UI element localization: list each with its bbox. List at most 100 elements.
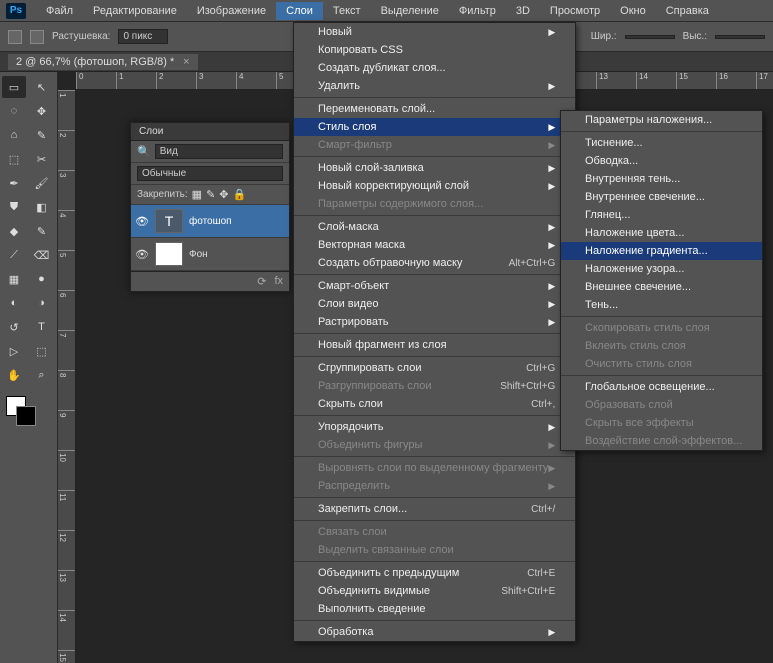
menu-item[interactable]: Стиль слоя▶: [294, 118, 575, 136]
close-icon[interactable]: ×: [183, 56, 189, 68]
menu-item[interactable]: Закрепить слои...Ctrl+/: [294, 500, 575, 518]
menu-item[interactable]: Упорядочить▶: [294, 418, 575, 436]
visibility-icon[interactable]: 👁: [135, 248, 149, 261]
menu-item[interactable]: Наложение цвета...: [561, 224, 762, 242]
tool-19[interactable]: ◑: [30, 292, 54, 314]
background-swatch[interactable]: [16, 406, 36, 426]
menu-item[interactable]: Обработка▶: [294, 623, 575, 641]
tool-11[interactable]: ◧: [30, 196, 54, 218]
tool-2[interactable]: ◌: [2, 100, 26, 122]
menu-item-label: Параметры содержимого слоя...: [318, 198, 483, 210]
tool-0[interactable]: ▭: [2, 76, 26, 98]
tool-3[interactable]: ✥: [30, 100, 54, 122]
menu-item[interactable]: Обводка...: [561, 152, 762, 170]
layer-row[interactable]: 👁 Фон: [131, 238, 289, 271]
lock-icon[interactable]: 🔒: [233, 188, 247, 201]
visibility-icon[interactable]: 👁: [135, 215, 149, 228]
tool-18[interactable]: ◐: [2, 292, 26, 314]
menu-item[interactable]: Глобальное освещение...: [561, 378, 762, 396]
tool-5[interactable]: ✎: [30, 124, 54, 146]
menu-фильтр[interactable]: Фильтр: [449, 2, 506, 20]
menu-item[interactable]: Создать обтравочную маскуAlt+Ctrl+G: [294, 254, 575, 272]
menu-файл[interactable]: Файл: [36, 2, 83, 20]
shape-mode-icon[interactable]: [30, 30, 44, 44]
lock-position-icon[interactable]: ✥: [219, 188, 228, 201]
menu-редактирование[interactable]: Редактирование: [83, 2, 187, 20]
menu-окно[interactable]: Окно: [610, 2, 656, 20]
shortcut-label: Ctrl+G: [526, 363, 555, 374]
tool-6[interactable]: ⬚: [2, 148, 26, 170]
menu-item[interactable]: Глянец...: [561, 206, 762, 224]
lock-pixels-icon[interactable]: ✎: [206, 188, 215, 201]
layer-row[interactable]: 👁Tфотошоп: [131, 205, 289, 238]
menu-item[interactable]: Скрыть слоиCtrl+,: [294, 395, 575, 413]
menu-item[interactable]: Внешнее свечение...: [561, 278, 762, 296]
menu-item[interactable]: Внутреннее свечение...: [561, 188, 762, 206]
tool-15[interactable]: ⌫: [30, 244, 54, 266]
blend-mode-select[interactable]: Обычные: [137, 166, 283, 181]
lock-all-icon[interactable]: ▦: [192, 188, 202, 201]
menu-item[interactable]: Параметры наложения...: [561, 111, 762, 129]
menu-изображение[interactable]: Изображение: [187, 2, 276, 20]
menu-item[interactable]: Тиснение...: [561, 134, 762, 152]
tool-12[interactable]: ◆: [2, 220, 26, 242]
tool-8[interactable]: ✒: [2, 172, 26, 194]
shortcut-label: Ctrl+,: [531, 399, 555, 410]
tool-1[interactable]: ↖: [30, 76, 54, 98]
menu-item[interactable]: Переименовать слой...: [294, 100, 575, 118]
menu-просмотр[interactable]: Просмотр: [540, 2, 610, 20]
menu-item[interactable]: Удалить▶: [294, 77, 575, 95]
tool-25[interactable]: ⌕: [30, 364, 54, 386]
tool-17[interactable]: ●: [30, 268, 54, 290]
menu-item[interactable]: Копировать CSS: [294, 41, 575, 59]
menu-текст[interactable]: Текст: [323, 2, 371, 20]
fx-icon[interactable]: fx: [274, 275, 283, 288]
link-icon[interactable]: ⟳: [257, 275, 266, 288]
layers-panel: Слои 🔍 Вид Обычные Закрепить: ▦ ✎ ✥ 🔒 👁T…: [130, 122, 290, 292]
menu-item[interactable]: Растрировать▶: [294, 313, 575, 331]
tool-23[interactable]: ⬚: [30, 340, 54, 362]
menu-item[interactable]: Векторная маска▶: [294, 236, 575, 254]
menu-item[interactable]: Смарт-объект▶: [294, 277, 575, 295]
menu-item[interactable]: Сгруппировать слоиCtrl+G: [294, 359, 575, 377]
menu-item[interactable]: Внутренняя тень...: [561, 170, 762, 188]
tool-13[interactable]: ✎: [30, 220, 54, 242]
menu-item[interactable]: Создать дубликат слоя...: [294, 59, 575, 77]
menu-item[interactable]: Слой-маска▶: [294, 218, 575, 236]
height-input[interactable]: [715, 35, 765, 39]
menu-выделение[interactable]: Выделение: [371, 2, 449, 20]
tool-4[interactable]: ⌂: [2, 124, 26, 146]
tool-16[interactable]: ▦: [2, 268, 26, 290]
menu-item[interactable]: Наложение узора...: [561, 260, 762, 278]
tool-9[interactable]: 🖌: [30, 172, 54, 194]
menu-item[interactable]: Слои видео▶: [294, 295, 575, 313]
menu-item[interactable]: Новый▶: [294, 23, 575, 41]
width-input[interactable]: [625, 35, 675, 39]
menu-item[interactable]: Новый корректирующий слой▶: [294, 177, 575, 195]
menu-item: Очистить стиль слоя: [561, 355, 762, 373]
menu-item[interactable]: Объединить с предыдущимCtrl+E: [294, 564, 575, 582]
feather-input[interactable]: 0 пикс: [118, 29, 168, 44]
layer-name: Фон: [189, 249, 208, 260]
tool-preset-icon[interactable]: [8, 30, 22, 44]
document-tab[interactable]: 2 @ 66,7% (фотошоп, RGB/8) * ×: [8, 54, 198, 70]
menu-item: Объединить фигуры▶: [294, 436, 575, 454]
menu-item[interactable]: Новый слой-заливка▶: [294, 159, 575, 177]
menu-item[interactable]: Наложение градиента...: [561, 242, 762, 260]
tool-22[interactable]: ▷: [2, 340, 26, 362]
menu-3d[interactable]: 3D: [506, 2, 540, 20]
tool-21[interactable]: T: [30, 316, 54, 338]
menu-item[interactable]: Выполнить сведение: [294, 600, 575, 618]
menu-item[interactable]: Новый фрагмент из слоя: [294, 336, 575, 354]
menu-item[interactable]: Объединить видимыеShift+Ctrl+E: [294, 582, 575, 600]
tool-20[interactable]: ↺: [2, 316, 26, 338]
menu-справка[interactable]: Справка: [656, 2, 719, 20]
menu-слои[interactable]: Слои: [276, 2, 323, 20]
tool-24[interactable]: ✋: [2, 364, 26, 386]
tool-7[interactable]: ✂: [30, 148, 54, 170]
layer-filter-kind[interactable]: Вид: [155, 144, 283, 159]
tool-10[interactable]: ⛊: [2, 196, 26, 218]
tool-14[interactable]: ⟋: [2, 244, 26, 266]
layers-panel-tab[interactable]: Слои: [131, 123, 289, 141]
menu-item[interactable]: Тень...: [561, 296, 762, 314]
